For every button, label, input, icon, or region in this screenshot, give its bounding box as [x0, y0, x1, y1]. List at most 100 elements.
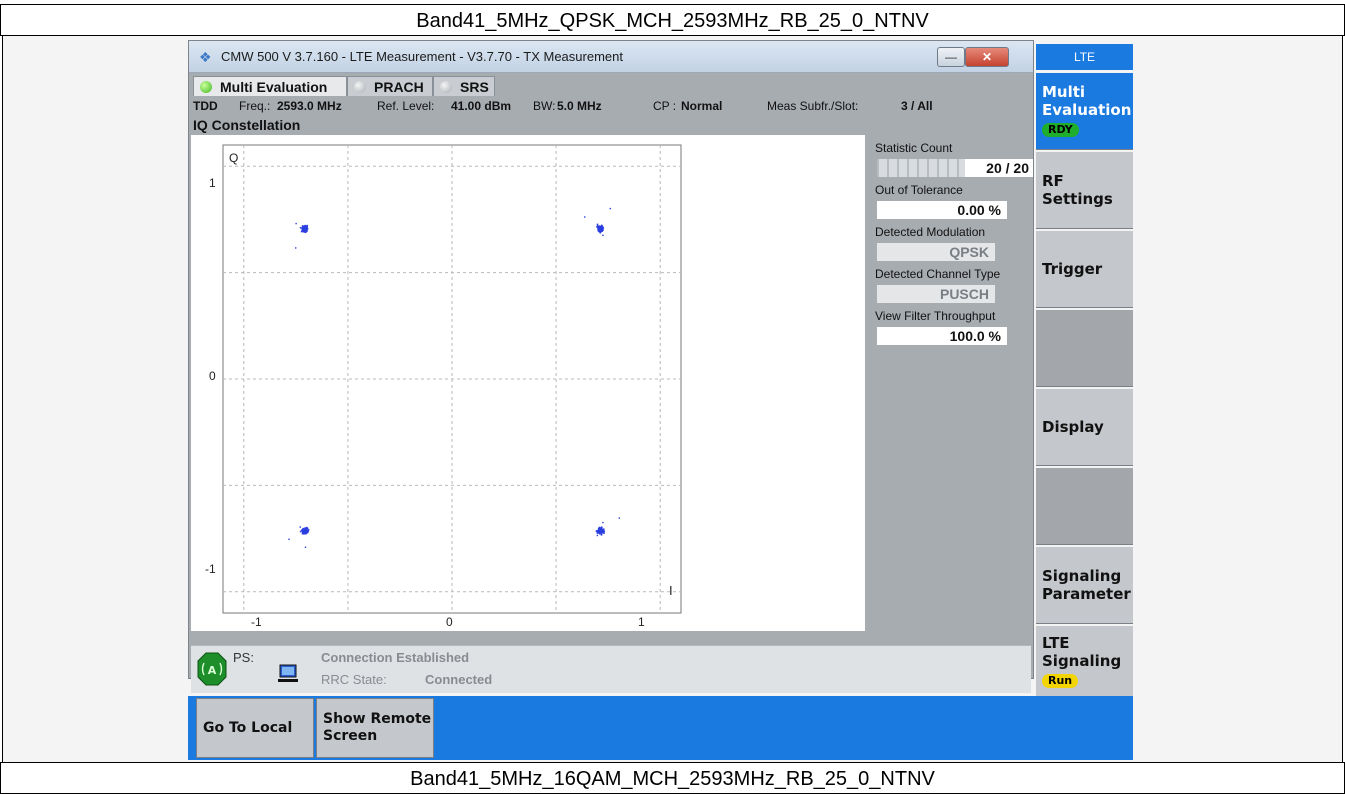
- lte-signaling-softkey[interactable]: LTE Signaling Run: [1036, 625, 1133, 703]
- detected-channel-label: Detected Channel Type: [875, 267, 1001, 281]
- out-of-tolerance-label: Out of Tolerance: [875, 183, 963, 197]
- detected-channel-value: PUSCH: [877, 285, 995, 303]
- y-tick-label: 0: [209, 369, 216, 383]
- bw-label: BW:: [533, 99, 556, 113]
- freq-value: 2593.0 MHz: [277, 99, 342, 113]
- window-titlebar[interactable]: ❖ CMW 500 V 3.7.160 - LTE Measurement - …: [189, 41, 1033, 73]
- measurement-window: ❖ CMW 500 V 3.7.160 - LTE Measurement - …: [188, 40, 1034, 693]
- statistic-count-label: Statistic Count: [875, 141, 953, 155]
- close-button[interactable]: ✕: [965, 47, 1009, 67]
- button-label: Screen: [323, 728, 378, 744]
- measurement-tabs: Multi Evaluation PRACH SRS: [189, 74, 1033, 96]
- constellation-point: [596, 223, 599, 226]
- tab-prach[interactable]: PRACH: [347, 76, 433, 96]
- constellation-point: [598, 227, 600, 230]
- constellation-point: [304, 226, 307, 229]
- page: Band41_5MHz_QPSK_MCH_2593MHz_RB_25_0_NTN…: [0, 0, 1345, 794]
- constellation-point: [618, 517, 621, 519]
- rf-settings-softkey[interactable]: RF Settings: [1036, 151, 1133, 229]
- constellation-point: [596, 226, 598, 228]
- empty-softkey: [1036, 309, 1133, 387]
- app-logo-icon: ❖: [199, 49, 212, 65]
- button-label: Show Remote: [323, 711, 432, 727]
- tab-label: SRS: [460, 79, 489, 95]
- constellation-point: [601, 529, 603, 531]
- constellation-point: [600, 533, 603, 536]
- computer-icon: [278, 664, 298, 682]
- softkey-label: Signaling: [1042, 567, 1122, 585]
- display-softkey[interactable]: Display: [1036, 388, 1133, 466]
- constellation-svg: Q I 1 0 -1 -1 0 1: [205, 144, 682, 629]
- empty-softkey: [1036, 467, 1133, 545]
- view-filter-value: 100.0 %: [877, 327, 1007, 345]
- connection-status-bar: A PS: Connection Established RRC State: …: [191, 645, 1031, 693]
- constellation-point: [307, 529, 310, 531]
- constellation-point: [305, 532, 307, 535]
- status-led-icon: [440, 81, 452, 93]
- tab-label: Multi Evaluation: [220, 79, 328, 95]
- x-tick-label: 1: [638, 615, 645, 629]
- statistic-progress-bar: [877, 159, 965, 177]
- constellation-point: [304, 530, 306, 532]
- svg-text:A: A: [208, 664, 217, 677]
- statistic-count-value: 20 / 20: [986, 160, 1029, 176]
- constellation-point: [303, 227, 305, 230]
- constellation-point: [596, 534, 599, 537]
- constellation-point: [299, 227, 302, 229]
- iq-constellation-plot: Q I 1 0 -1 -1 0 1: [191, 135, 865, 631]
- minimize-button[interactable]: —: [937, 47, 965, 67]
- constellation-point: [299, 526, 301, 528]
- rrc-state-label: RRC State:: [321, 672, 387, 687]
- constellation-point: [288, 538, 290, 540]
- signaling-parameter-softkey[interactable]: Signaling Parameter: [1036, 546, 1133, 624]
- constellation-point: [601, 531, 603, 533]
- constellation-point: [306, 226, 308, 229]
- constellation-point: [600, 226, 603, 228]
- softkey-label: Display: [1042, 418, 1104, 436]
- caption-top: Band41_5MHz_QPSK_MCH_2593MHz_RB_25_0_NTN…: [0, 4, 1345, 36]
- trigger-softkey[interactable]: Trigger: [1036, 230, 1133, 308]
- constellation-point: [304, 231, 307, 233]
- softkey-label: Evaluation: [1042, 101, 1132, 119]
- tab-label: PRACH: [374, 79, 424, 95]
- tab-multi-evaluation[interactable]: Multi Evaluation: [193, 76, 347, 96]
- x-tick-label: -1: [251, 615, 262, 629]
- freq-label: Freq.:: [239, 99, 271, 113]
- softkey-label: LTE: [1042, 634, 1070, 652]
- tab-srs[interactable]: SRS: [433, 76, 495, 96]
- bottom-hotkey-bar: Go To Local Show Remote Screen: [188, 696, 1133, 760]
- softkey-label: Signaling: [1042, 652, 1122, 670]
- cp-value: Normal: [681, 99, 723, 113]
- constellation-point: [598, 529, 601, 532]
- constellation-point: [305, 527, 307, 529]
- constellation-point: [597, 527, 600, 530]
- detected-modulation-label: Detected Modulation: [875, 225, 986, 239]
- constellation-point: [302, 527, 304, 530]
- i-axis-label: I: [669, 583, 673, 598]
- bw-value: 5.0 MHz: [557, 99, 602, 113]
- measurement-info-bar: TDD Freq.: 2593.0 MHz Ref. Level: 41.00 …: [189, 97, 1033, 115]
- show-remote-screen-button[interactable]: Show Remote Screen: [316, 698, 434, 758]
- go-to-local-button[interactable]: Go To Local: [196, 698, 314, 758]
- ref-level-label: Ref. Level:: [377, 99, 435, 113]
- softkey-header: LTE: [1036, 44, 1133, 70]
- constellation-point: [299, 530, 302, 533]
- multi-evaluation-softkey[interactable]: Multi Evaluation RDY: [1036, 72, 1133, 150]
- constellation-point: [306, 228, 308, 230]
- constellation-point: [602, 521, 604, 524]
- run-badge: Run: [1042, 674, 1079, 688]
- y-tick-label: -1: [205, 562, 216, 576]
- softkey-label: Multi: [1042, 83, 1086, 101]
- constellation-point: [304, 546, 307, 548]
- view-filter-label: View Filter Throughput: [875, 309, 996, 323]
- softkey-label: RF: [1042, 172, 1064, 190]
- constellation-point: [601, 228, 603, 231]
- status-led-icon: [200, 81, 212, 93]
- cp-label: CP :: [653, 99, 677, 113]
- constellation-point: [306, 531, 309, 534]
- meas-subframe-label: Meas Subfr./Slot:: [767, 99, 859, 113]
- ref-level-value: 41.00 dBm: [451, 99, 512, 113]
- y-tick-label: 1: [209, 176, 216, 190]
- constellation-point: [603, 530, 606, 532]
- constellation-point: [584, 216, 586, 218]
